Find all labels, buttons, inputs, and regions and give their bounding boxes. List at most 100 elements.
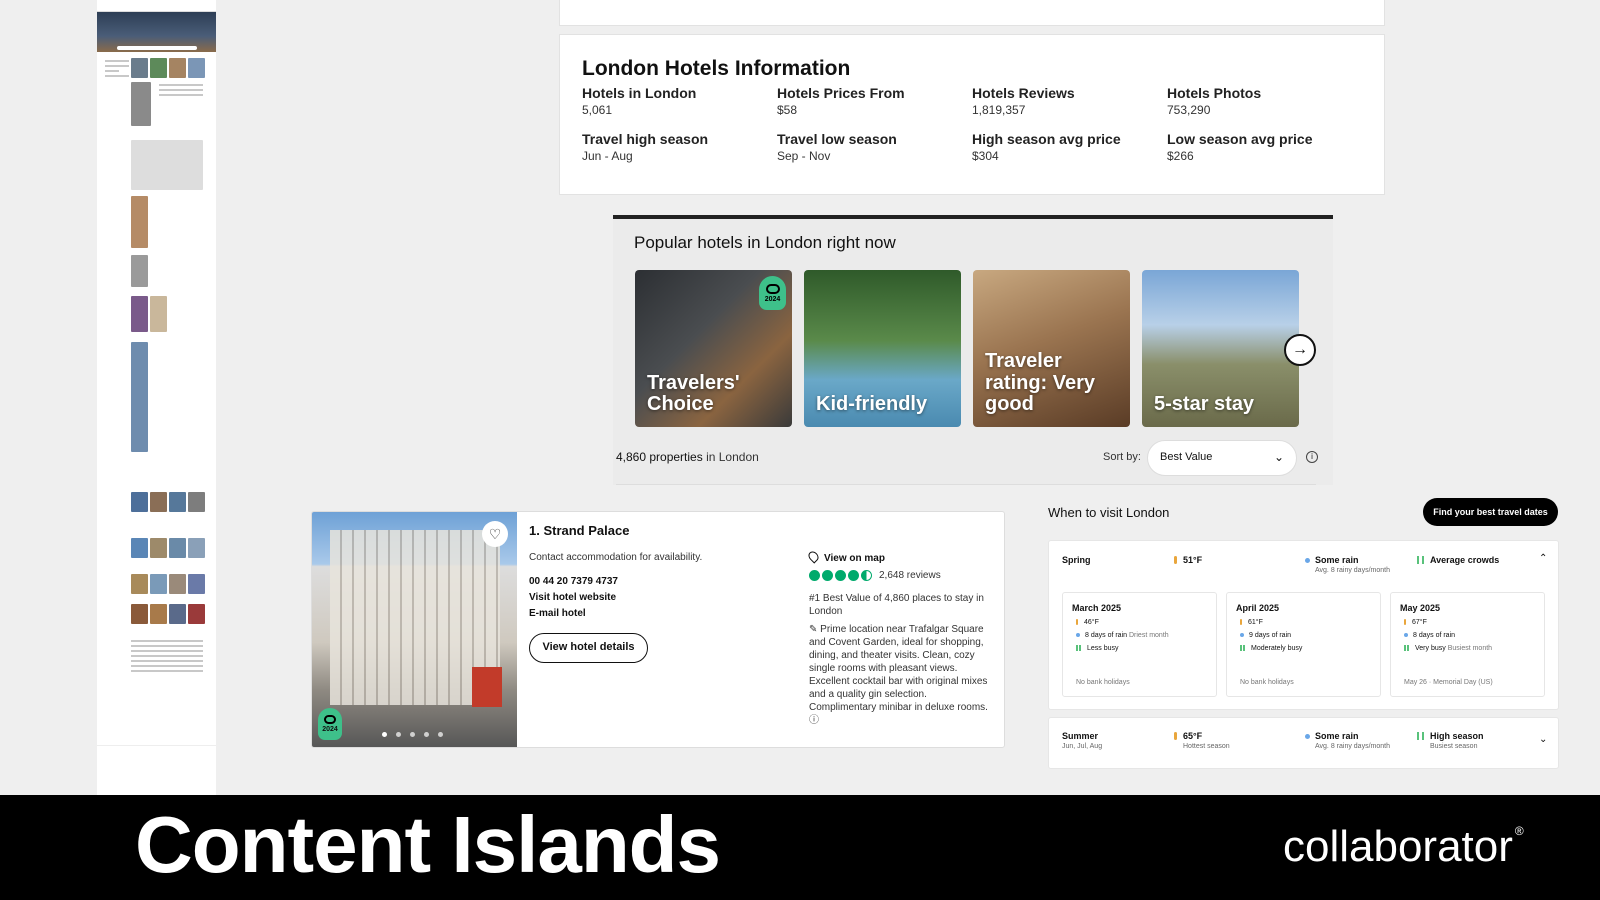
chevron-down-icon: ⌄: [1273, 450, 1284, 464]
thumbnail-row: [131, 492, 205, 512]
tile-five-star[interactable]: 5-star stay: [1142, 270, 1299, 427]
month-temp: 67°F: [1404, 619, 1535, 626]
season-rain: Some rain Avg. 8 rainy days/month: [1305, 555, 1390, 574]
thumbnail-text: [105, 60, 129, 80]
page-thumbnail-strip[interactable]: [97, 0, 216, 795]
season-summer-card[interactable]: Summer Jun, Jul, Aug 65°F Hottest season S…: [1048, 717, 1559, 769]
month-name: May 2025: [1400, 603, 1441, 613]
pagination-dot[interactable]: [438, 732, 443, 737]
sort-value: Best Value: [1160, 451, 1213, 463]
popular-hotels-carousel: 2024 Travelers' Choice Kid-friendly Trav…: [635, 270, 1299, 427]
thermometer-icon: [1174, 732, 1177, 740]
rating-bubble-icon: [848, 570, 859, 581]
thumbnail-text: [131, 84, 203, 99]
rain-icon: [1240, 633, 1244, 637]
info-icon[interactable]: ⓘ: [809, 715, 819, 726]
thumbnail-row: [131, 296, 167, 332]
season-spring-card: Spring 51°F Some rain Avg. 8 rainy days/m…: [1048, 540, 1559, 710]
month-holidays: May 26 · Memorial Day (US): [1404, 679, 1493, 686]
hotel-phone[interactable]: 00 44 20 7379 4737: [529, 576, 618, 587]
info-item: Travel low season Sep - Nov: [777, 131, 972, 163]
thumbnail-row: [131, 538, 205, 558]
thermometer-icon: [1174, 556, 1177, 564]
hotel-photo[interactable]: [312, 512, 517, 747]
carousel-next-arrow-icon[interactable]: →: [1284, 334, 1316, 366]
info-value: Jun - Aug: [582, 149, 633, 163]
section-divider: [613, 215, 1333, 219]
season-crowds: Average crowds: [1417, 555, 1499, 565]
tile-kid-friendly[interactable]: Kid-friendly: [804, 270, 961, 427]
season-name: Spring: [1062, 555, 1091, 565]
info-value: $266: [1167, 149, 1194, 163]
collaborator-logo: collaborator ®: [1283, 822, 1524, 872]
hotel-website-link[interactable]: Visit hotel website: [529, 592, 616, 603]
thumbnail-hero: [97, 12, 216, 52]
rain-icon: [1305, 558, 1310, 563]
hotel-name-link[interactable]: 1. Strand Palace: [529, 523, 629, 538]
info-item: Hotels Prices From $58: [777, 85, 972, 117]
chevron-down-icon[interactable]: ⌄: [1539, 734, 1547, 745]
popular-hotels-title: Popular hotels in London right now: [634, 233, 896, 252]
thumbnail-header: [97, 0, 216, 12]
month-rain: 9 days of rain: [1240, 632, 1371, 639]
pagination-dot[interactable]: [410, 732, 415, 737]
info-label: Travel high season: [582, 131, 709, 147]
tile-label: 5-star stay: [1154, 393, 1255, 416]
badge-year: 2024: [322, 726, 338, 733]
pagination-dot[interactable]: [424, 732, 429, 737]
info-label: Hotels in London: [582, 85, 697, 101]
review-snippet-text: Prime location near Trafalgar Square and…: [809, 624, 988, 713]
availability-text: Contact accommodation for availability.: [529, 552, 703, 563]
month-holidays: No bank holidays: [1076, 679, 1130, 686]
best-value-rank: #1 Best Value of 4,860 places to stay in…: [809, 593, 984, 617]
tile-very-good[interactable]: Traveler rating: Very good: [973, 270, 1130, 427]
sort-label: Sort by:: [1103, 451, 1141, 463]
when-to-visit-title: When to visit London: [1048, 505, 1170, 520]
chevron-up-icon[interactable]: ⌃: [1539, 553, 1547, 564]
thermometer-icon: [1076, 619, 1078, 625]
hotel-email-link[interactable]: E-mail hotel: [529, 608, 586, 619]
thumbnail-row: [131, 255, 148, 287]
travelers-choice-badge-icon: 2024: [759, 276, 786, 310]
info-value: 753,290: [1167, 103, 1211, 117]
season-temperature: 65°F Hottest season: [1174, 731, 1230, 750]
info-label: Low season avg price: [1167, 131, 1313, 147]
info-label: High season avg price: [972, 131, 1121, 147]
thumbnail-row: [131, 604, 205, 624]
info-grid: Hotels in London 5,061 Hotels Prices From…: [582, 85, 1362, 163]
tile-travelers-choice[interactable]: 2024 Travelers' Choice: [635, 270, 792, 427]
hotel-result-card: ♡ 2024 1. Strand Palace Contact accommod…: [311, 511, 1005, 748]
crowd-icon: [1076, 645, 1081, 651]
thermometer-icon: [1240, 619, 1242, 625]
properties-location: in London: [706, 450, 759, 464]
rain-icon: [1305, 734, 1310, 739]
rating-bubbles[interactable]: 2,648 reviews: [809, 570, 941, 581]
month-card: April 2025 61°F 9 days of rain Moderatel…: [1226, 592, 1381, 697]
month-crowd: Moderately busy: [1240, 645, 1371, 652]
pagination-dot[interactable]: [382, 732, 387, 737]
rain-icon: [1404, 633, 1408, 637]
info-label: Travel low season: [777, 131, 897, 147]
rating-bubble-icon: [822, 570, 833, 581]
registered-mark: ®: [1514, 824, 1524, 838]
view-hotel-details-button[interactable]: View hotel details: [529, 633, 648, 663]
results-divider: [616, 484, 1316, 485]
season-temperature: 51°F: [1174, 555, 1202, 565]
heart-icon[interactable]: ♡: [482, 521, 508, 547]
crowd-icon: [1417, 556, 1424, 564]
screenshot-stage: London Hotels Information Hotels in Lond…: [0, 0, 1600, 795]
info-value: $58: [777, 103, 798, 117]
find-travel-dates-button[interactable]: Find your best travel dates: [1423, 498, 1558, 526]
info-label: Hotels Prices From: [777, 85, 905, 101]
month-rain: 8 days of rain: [1404, 632, 1535, 639]
view-on-map-link[interactable]: View on map: [806, 549, 885, 564]
info-title: London Hotels Information: [582, 57, 851, 80]
tile-label: Traveler rating: Very good: [985, 350, 1096, 416]
rating-bubble-icon: [835, 570, 846, 581]
sort-dropdown[interactable]: Best Value ⌄: [1147, 440, 1297, 476]
photo-pagination-dots[interactable]: [382, 732, 443, 737]
badge-year: 2024: [764, 295, 781, 303]
info-icon[interactable]: i: [1306, 451, 1318, 463]
pagination-dot[interactable]: [396, 732, 401, 737]
info-label: Hotels Reviews: [972, 85, 1075, 101]
